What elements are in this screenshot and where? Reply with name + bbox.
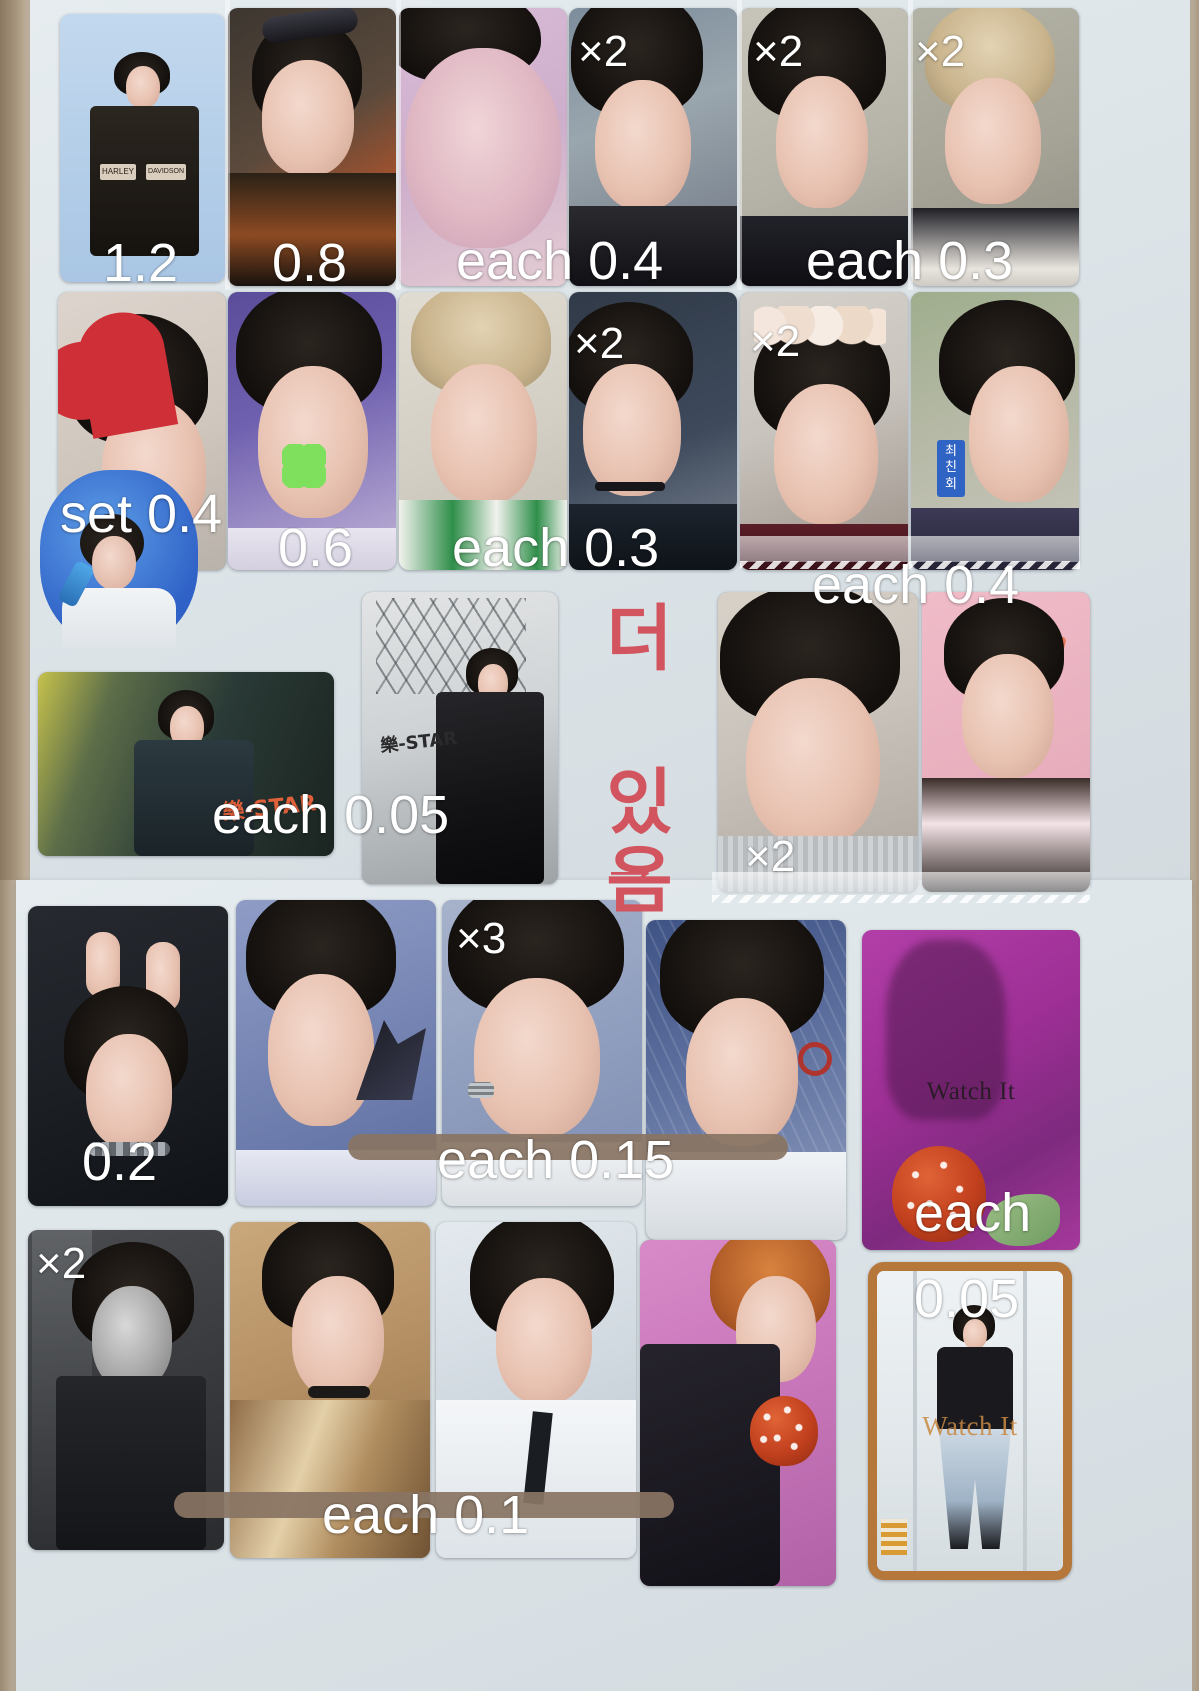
annotation-qty-x2-r3c3: ×2 xyxy=(745,832,796,881)
annotation-price-each-0-05-mid: each 0.05 xyxy=(212,785,450,845)
photocard-blue-tag-outdoor[interactable]: 최친회 xyxy=(911,292,1079,570)
annotation-arrow-right: → xyxy=(598,826,662,898)
annotation-price-each-0-4-top: each 0.4 xyxy=(456,231,664,291)
blue-name-tag: 최친회 xyxy=(937,440,965,497)
annotation-qty-x2-r1c6: ×2 xyxy=(915,27,966,76)
sleeve-seam xyxy=(396,0,401,290)
annotation-qty-x2-r1c5: ×2 xyxy=(753,27,804,76)
annotation-price-each-word: each xyxy=(914,1183,1032,1243)
annotation-price-0-2: 0.2 xyxy=(82,1132,158,1192)
annotation-price-1-2: 1.2 xyxy=(103,233,179,293)
annotation-qty-x2-r2c4: ×2 xyxy=(574,319,625,368)
annotation-price-each-0-3-mid: each 0.3 xyxy=(452,518,660,578)
annotation-price-each-0-15: each 0.15 xyxy=(437,1130,675,1190)
photocard-ruffle-collar-blue-grunge[interactable] xyxy=(646,920,846,1240)
annotation-price-each-0-4-mid: each 0.4 xyxy=(812,555,1020,615)
annotation-price-each-0-1: each 0.1 xyxy=(322,1485,530,1545)
annotation-price-set-0-4: set 0.4 xyxy=(60,484,223,544)
photocard-collage-photo: HARLEY DAVIDSON 최 친 회 樂-STAR 樂-STAR Watc… xyxy=(0,0,1199,1691)
annotation-price-0-8: 0.8 xyxy=(272,233,348,293)
annotation-qty-x2-r5c1: ×2 xyxy=(36,1239,87,1288)
annotation-qty-x2-r1c4: ×2 xyxy=(578,27,629,76)
photocard-peace-sign-pink-room[interactable] xyxy=(922,592,1090,892)
annotation-qty-x2-r2c5: ×2 xyxy=(750,317,801,366)
sleeve-seam xyxy=(225,0,230,290)
annotation-price-each-0-3-top: each 0.3 xyxy=(806,231,1014,291)
card-title-watch-it: Watch It xyxy=(926,1078,1016,1105)
photocard-orange-hair-strawberry-pink[interactable] xyxy=(640,1240,836,1586)
annotation-qty-x3-r4c3: ×3 xyxy=(456,914,507,963)
photocard-blue-backdrop-rings[interactable] xyxy=(236,900,436,1206)
sleeve-seam xyxy=(737,0,742,290)
annotation-price-0-6: 0.6 xyxy=(278,518,354,578)
annotation-price-0-05-right: 0.05 xyxy=(914,1269,1020,1329)
card-title-watch-it: Watch It xyxy=(922,1411,1018,1441)
